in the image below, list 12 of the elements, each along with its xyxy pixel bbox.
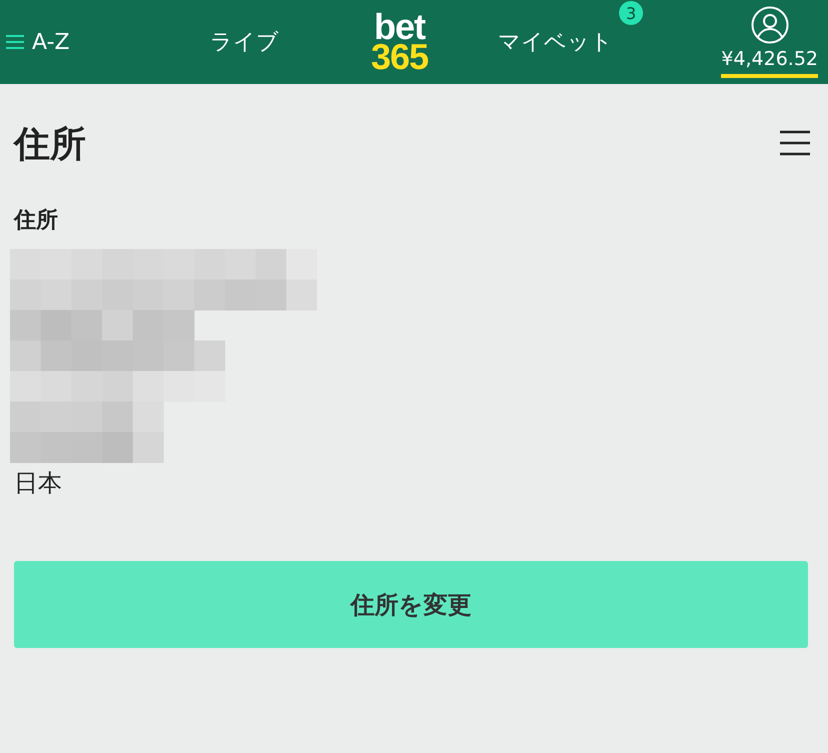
menu-icon xyxy=(6,34,24,50)
page-title: 住所 xyxy=(14,123,86,167)
account-button[interactable]: ¥4,426.52 xyxy=(721,6,818,78)
user-icon xyxy=(750,6,789,44)
nav-tab[interactable]: ライブ xyxy=(210,23,279,61)
address-country: 日本 xyxy=(14,468,63,499)
a-z-menu-button[interactable]: A-Z xyxy=(0,28,190,56)
count-badge: 3 xyxy=(619,1,644,25)
change-address-button[interactable]: 住所を変更 xyxy=(14,561,808,648)
logo[interactable]: bet 365 xyxy=(371,12,428,72)
section-heading: 住所 xyxy=(14,207,59,235)
menu-icon xyxy=(780,130,810,156)
